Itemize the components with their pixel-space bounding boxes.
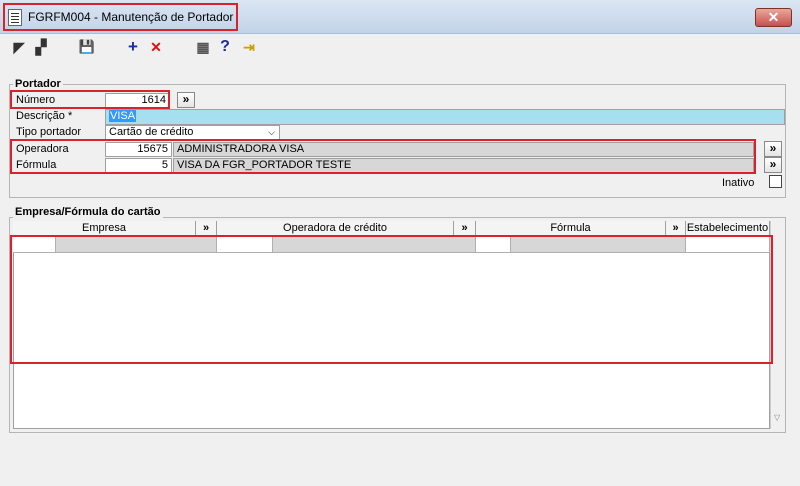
operadora-lookup-button[interactable]: »	[764, 141, 782, 157]
tipo-portador-label: Tipo portador	[16, 126, 82, 138]
exit-icon[interactable]: ⇥	[240, 38, 258, 56]
toolbar: ◤ ▞ 💾 + ✕ ▦ ? ⇥	[0, 34, 800, 62]
scroll-down-icon[interactable]: ▽	[774, 413, 780, 422]
window-title: FGRFM004 - Manutenção de Portador	[28, 10, 234, 24]
close-button[interactable]: ✕	[755, 8, 792, 27]
restore-icon[interactable]: ▞	[32, 38, 50, 56]
add-icon[interactable]: +	[124, 38, 142, 56]
save-icon[interactable]: 💾	[78, 38, 96, 56]
portador-legend: Portador	[13, 78, 63, 90]
descricao-field[interactable]: VISA	[105, 109, 785, 125]
help-icon[interactable]: ?	[216, 38, 234, 56]
highlight-numero	[10, 90, 170, 109]
first-record-icon[interactable]: ◤	[10, 38, 28, 56]
descricao-label: Descrição *	[16, 110, 73, 122]
highlight-grid-row	[10, 235, 773, 364]
inativo-label: Inativo	[722, 177, 755, 189]
delete-icon[interactable]: ✕	[147, 38, 165, 56]
formula-lookup-button[interactable]: »	[764, 157, 782, 173]
grid-icon[interactable]: ▦	[194, 38, 212, 56]
numero-lookup-button[interactable]: »	[177, 92, 195, 108]
descricao-value: VISA	[109, 110, 137, 122]
inativo-checkbox[interactable]	[769, 175, 782, 188]
document-icon	[8, 9, 22, 26]
chevron-down-icon: ⌵	[268, 127, 275, 137]
grid-legend: Empresa/Fórmula do cartão	[13, 206, 163, 218]
tipo-portador-value: Cartão de crédito	[109, 126, 194, 138]
highlight-operadora-formula	[10, 139, 756, 174]
